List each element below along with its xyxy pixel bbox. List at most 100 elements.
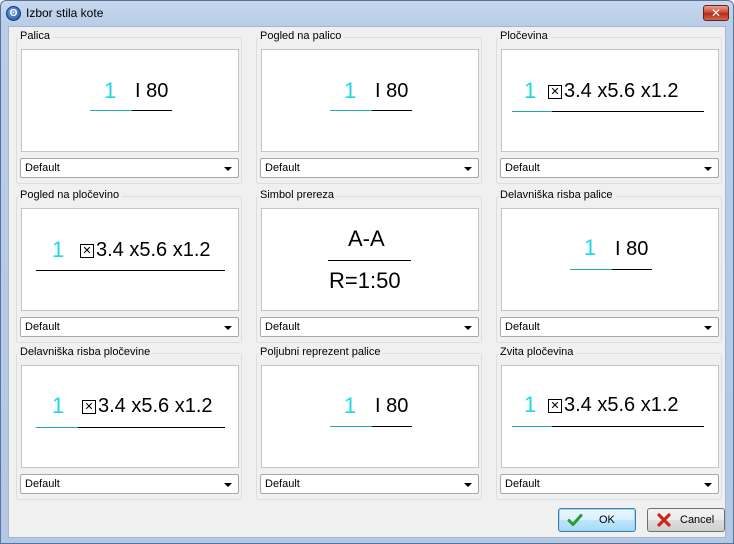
dimension-line	[132, 110, 172, 111]
style-select-value: Default	[25, 478, 60, 490]
style-preview[interactable]: 1 ✕ 3.4 x5.6 x1.2	[501, 49, 719, 152]
number-underline	[570, 269, 612, 270]
preview-number: 1	[524, 78, 537, 103]
plate-symbol-icon: ✕	[548, 399, 562, 413]
preview-text: I 80	[615, 238, 649, 260]
style-preview[interactable]: 1 I 80	[261, 49, 479, 152]
chevron-down-icon	[704, 326, 712, 330]
number-underline	[512, 111, 552, 112]
style-preview[interactable]: 1 I 80	[261, 365, 479, 468]
chevron-down-icon	[464, 167, 472, 171]
chevron-down-icon	[464, 326, 472, 330]
group-label: Pogled na pločevino	[18, 189, 123, 201]
green-check-icon	[567, 514, 583, 526]
close-button[interactable]: ✕	[703, 5, 729, 21]
ok-button[interactable]: OK	[558, 508, 636, 532]
group-label: Delavniška risba pločevine	[18, 346, 154, 358]
style-select-value: Default	[265, 321, 300, 333]
plate-symbol-icon: ✕	[82, 400, 96, 414]
style-preview[interactable]: 1 I 80	[21, 49, 239, 152]
section-divider	[328, 260, 411, 261]
preview-text: 3.4 x5.6 x1.2	[564, 394, 679, 416]
style-select[interactable]: Default	[20, 158, 239, 178]
group-plocevina: Pločevina 1 ✕ 3.4 x5.6 x1.2 Default	[496, 30, 722, 184]
number-underline	[36, 427, 78, 428]
group-delavniska-risba-plocevine: Delavniška risba pločevine 1 ✕ 3.4 x5.6 …	[16, 346, 242, 500]
style-select[interactable]: Default	[260, 317, 479, 337]
dimension-line	[552, 111, 704, 112]
style-preview[interactable]: A-A R=1:50	[261, 208, 479, 311]
group-delavniska-risba-palice: Delavniška risba palice 1 I 80 Default	[496, 189, 722, 343]
dialog-title: Izbor stila kote	[26, 6, 104, 20]
style-select-value: Default	[25, 162, 60, 174]
group-palica: Palica 1 I 80 Default	[16, 30, 242, 184]
group-label: Poljubni reprezent palice	[258, 346, 384, 358]
style-select-value: Default	[505, 321, 540, 333]
number-underline	[90, 110, 132, 111]
style-select-value: Default	[25, 321, 60, 333]
style-select[interactable]: Default	[260, 474, 479, 494]
group-zvita-plocevina: Zvita pločevina 1 ✕ 3.4 x5.6 x1.2 Defaul…	[496, 346, 722, 500]
style-preview[interactable]: 1 ✕ 3.4 x5.6 x1.2	[501, 365, 719, 468]
number-underline	[330, 110, 372, 111]
chevron-down-icon	[464, 483, 472, 487]
style-select[interactable]: Default	[500, 317, 719, 337]
dimension-line	[372, 110, 412, 111]
preview-text: 3.4 x5.6 x1.2	[98, 395, 213, 417]
group-pogled-na-palico: Pogled na palico 1 I 80 Default	[256, 30, 482, 184]
preview-number: 1	[104, 78, 117, 103]
style-preview[interactable]: 1 ✕ 3.4 x5.6 x1.2	[21, 208, 239, 311]
group-label: Delavniška risba palice	[498, 189, 616, 201]
chevron-down-icon	[224, 483, 232, 487]
preview-text: 3.4 x5.6 x1.2	[96, 239, 211, 261]
preview-text: 3.4 x5.6 x1.2	[564, 80, 679, 102]
dimension-line	[36, 270, 225, 271]
dialog-window: ʘ Izbor stila kote ✕ Palica 1 I 80 Defau…	[0, 0, 734, 544]
style-preview[interactable]: 1 ✕ 3.4 x5.6 x1.2	[21, 365, 239, 468]
style-preview[interactable]: 1 I 80	[501, 208, 719, 311]
dimension-line	[78, 427, 225, 428]
style-select[interactable]: Default	[20, 317, 239, 337]
group-label: Zvita pločevina	[498, 346, 577, 358]
style-select[interactable]: Default	[20, 474, 239, 494]
preview-number: 1	[344, 78, 357, 103]
preview-number: 1	[344, 393, 357, 418]
chevron-down-icon	[224, 326, 232, 330]
chevron-down-icon	[704, 167, 712, 171]
style-select[interactable]: Default	[500, 474, 719, 494]
close-icon: ✕	[710, 6, 722, 20]
preview-number: 1	[524, 392, 537, 417]
dimension-line	[612, 269, 652, 270]
group-label: Palica	[18, 30, 53, 42]
title-bar[interactable]: ʘ Izbor stila kote ✕	[1, 1, 733, 26]
preview-number: 1	[584, 235, 597, 260]
dialog-body: Palica 1 I 80 Default Pogled na palico 1…	[8, 26, 726, 538]
group-simbol-prereza: Simbol prereza A-A R=1:50 Default	[256, 189, 482, 343]
ok-button-label: OK	[599, 514, 615, 526]
dimension-line	[552, 426, 704, 427]
dimension-line	[372, 426, 412, 427]
app-logo-icon: ʘ	[6, 6, 21, 21]
plate-symbol-icon: ✕	[80, 244, 94, 258]
style-select-value: Default	[265, 162, 300, 174]
scale-label: R=1:50	[329, 268, 401, 293]
number-underline	[512, 426, 552, 427]
style-select-value: Default	[505, 478, 540, 490]
style-select[interactable]: Default	[500, 158, 719, 178]
section-label: A-A	[348, 226, 385, 251]
preview-text: I 80	[375, 395, 409, 417]
cancel-button[interactable]: Cancel	[647, 508, 725, 532]
number-underline	[330, 426, 372, 427]
chevron-down-icon	[224, 167, 232, 171]
group-poljubni-reprezent-palice: Poljubni reprezent palice 1 I 80 Default	[256, 346, 482, 500]
group-label: Pogled na palico	[258, 30, 345, 42]
plate-symbol-icon: ✕	[548, 85, 562, 99]
style-select[interactable]: Default	[260, 158, 479, 178]
preview-text: I 80	[375, 80, 409, 102]
preview-number: 1	[52, 237, 65, 262]
preview-text: I 80	[135, 80, 169, 102]
group-label: Simbol prereza	[258, 189, 337, 201]
style-select-value: Default	[265, 478, 300, 490]
preview-number: 1	[52, 393, 65, 418]
cancel-button-label: Cancel	[680, 514, 715, 526]
